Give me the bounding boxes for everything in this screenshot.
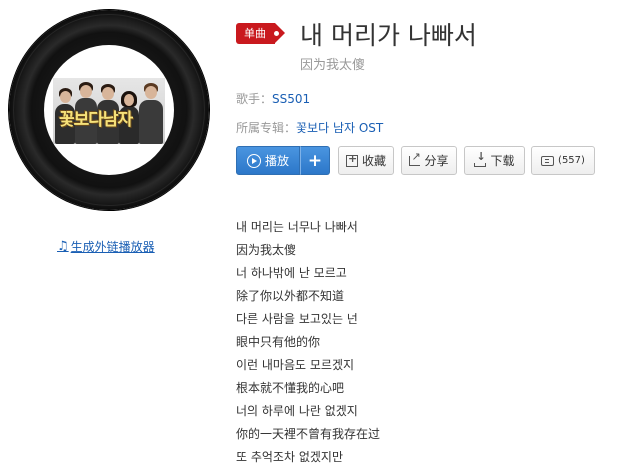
lyrics-list: 내 머리는 너무나 나빠서 因为我太傻 너 하나밖에 난 모르고 除了你以外都不… bbox=[236, 219, 380, 472]
lyric-line: 다른 사람을 보고있는 넌 bbox=[236, 312, 358, 326]
album-cover: 꽃보다남자 bbox=[53, 78, 165, 144]
comment-button[interactable]: (557) bbox=[531, 146, 595, 175]
lyric-line: 眼中只有他的你 bbox=[236, 335, 321, 349]
lyric-line: 너 하나밖에 난 모르고 bbox=[236, 266, 347, 280]
favorite-label: 收藏 bbox=[361, 154, 386, 168]
artist-row: 歌手：SS501 bbox=[236, 90, 310, 107]
share-button[interactable]: 分享 bbox=[401, 146, 457, 175]
external-player-label: 生成外链播放器 bbox=[70, 240, 155, 254]
album-cover-title: 꽃보다남자 bbox=[59, 110, 133, 130]
badge-dot-icon bbox=[274, 31, 279, 36]
artist-link[interactable]: SS501 bbox=[272, 92, 310, 106]
share-icon bbox=[409, 150, 421, 166]
music-note-icon: ♫ bbox=[57, 239, 69, 254]
lyric-line: 因为我太傻 bbox=[236, 243, 297, 257]
lyric-line: 根本就不懂我的心吧 bbox=[236, 381, 345, 395]
album-vinyl: 꽃보다남자 bbox=[9, 10, 209, 210]
song-title: 내 머리가 나빠서 bbox=[300, 21, 477, 50]
play-icon bbox=[246, 153, 261, 168]
download-button[interactable]: 下载 bbox=[464, 146, 525, 175]
favorite-icon bbox=[345, 152, 358, 167]
single-badge-label: 单曲 bbox=[244, 27, 266, 40]
play-button[interactable]: 播放 bbox=[236, 146, 300, 175]
download-label: 下载 bbox=[490, 154, 515, 168]
lyric-line: 이런 내마음도 모르겠지 bbox=[236, 358, 355, 372]
lyric-line: 내 머리는 너무나 나빠서 bbox=[236, 220, 358, 234]
lyric-line: 너의 하루에 나란 없겠지 bbox=[236, 404, 358, 418]
single-badge: 单曲 bbox=[236, 23, 285, 44]
comment-icon bbox=[541, 155, 555, 166]
lyric-line: 또 추억조차 없겠지만 bbox=[236, 450, 343, 464]
album-label: 꽃보다남자 bbox=[44, 45, 174, 175]
comment-count: (557) bbox=[558, 155, 585, 166]
download-icon bbox=[474, 150, 487, 167]
album-label-text: 所属专辑： bbox=[236, 121, 297, 135]
album-row: 所属专辑：꽃보다 남자 OST bbox=[236, 119, 383, 136]
lyric-line: 除了你以外都不知道 bbox=[236, 289, 345, 303]
artist-label: 歌手： bbox=[236, 92, 273, 106]
album-link[interactable]: 꽃보다 남자 OST bbox=[296, 121, 383, 135]
song-subtitle: 因为我太傻 bbox=[300, 58, 366, 73]
favorite-button[interactable]: 收藏 bbox=[338, 146, 394, 175]
add-to-playlist-button[interactable]: + bbox=[300, 146, 330, 175]
lyric-line: 你的一天裡不曾有我存在过 bbox=[236, 427, 381, 441]
play-label: 播放 bbox=[264, 154, 289, 168]
external-player-link[interactable]: ♫ 生成外链播放器 bbox=[57, 238, 155, 255]
share-label: 分享 bbox=[424, 154, 449, 168]
